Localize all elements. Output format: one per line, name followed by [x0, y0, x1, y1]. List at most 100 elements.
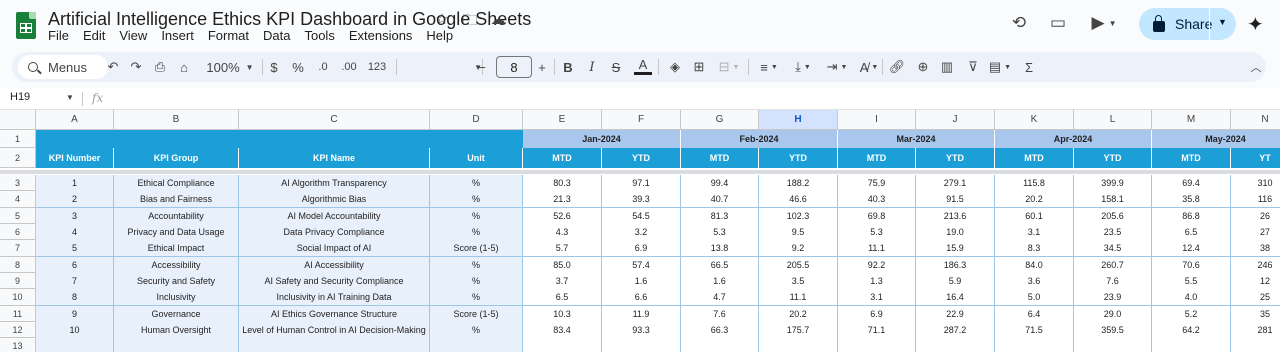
- empty-cell[interactable]: [759, 338, 838, 352]
- column-header-n[interactable]: N: [1231, 110, 1280, 130]
- header-band-cell[interactable]: [36, 130, 523, 148]
- data-cell[interactable]: 287.2: [916, 322, 995, 339]
- data-cell[interactable]: Level of Human Control in AI Decision-Ma…: [239, 322, 430, 339]
- empty-cell[interactable]: [523, 338, 602, 352]
- data-cell[interactable]: 205.5: [759, 257, 838, 274]
- data-cell[interactable]: 12.4: [1152, 240, 1231, 257]
- data-cell[interactable]: 80.3: [523, 175, 602, 192]
- paint-format-icon[interactable]: ⌂: [175, 57, 193, 77]
- empty-cell[interactable]: [681, 338, 759, 352]
- meet-icon[interactable]: ▶︎ ▼: [1084, 10, 1124, 36]
- vertical-align-icon[interactable]: ⤓ ▼: [788, 57, 818, 77]
- column-header-j[interactable]: J: [916, 110, 995, 130]
- data-cell[interactable]: 35.8: [1152, 191, 1231, 208]
- strikethrough-button[interactable]: S: [608, 57, 624, 77]
- data-cell[interactable]: 6.4: [995, 306, 1074, 323]
- menu-insert[interactable]: Insert: [154, 28, 201, 43]
- data-cell[interactable]: 8: [36, 289, 114, 306]
- data-cell[interactable]: 115.8: [995, 175, 1074, 192]
- merge-cells-icon[interactable]: ⊟ ▼: [714, 57, 744, 77]
- data-cell[interactable]: 4.0: [1152, 289, 1231, 306]
- data-cell[interactable]: %: [430, 175, 523, 192]
- functions-button[interactable]: Σ: [1020, 57, 1038, 77]
- data-cell[interactable]: 6.5: [523, 289, 602, 306]
- data-cell[interactable]: 116: [1231, 191, 1280, 208]
- share-dropdown-icon[interactable]: ▼: [1218, 17, 1227, 27]
- data-cell[interactable]: 399.9: [1074, 175, 1152, 192]
- data-cell[interactable]: 92.2: [838, 257, 916, 274]
- data-cell[interactable]: 25: [1231, 289, 1280, 306]
- currency-format-button[interactable]: $: [266, 57, 282, 77]
- frozen-row-divider[interactable]: [0, 170, 1280, 174]
- data-cell[interactable]: 26: [1231, 208, 1280, 225]
- row-header-12[interactable]: 12: [0, 322, 36, 338]
- print-icon[interactable]: ⎙: [151, 57, 169, 77]
- increase-decimal-button[interactable]: .00: [336, 57, 362, 77]
- row-header-3[interactable]: 3: [0, 175, 36, 191]
- data-cell[interactable]: 71.1: [838, 322, 916, 339]
- data-cell[interactable]: 4.7: [681, 289, 759, 306]
- data-cell[interactable]: 5.5: [1152, 273, 1231, 290]
- data-cell[interactable]: 10.3: [523, 306, 602, 323]
- data-cell[interactable]: 64.2: [1152, 322, 1231, 339]
- row-header-8[interactable]: 8: [0, 257, 36, 273]
- text-rotation-icon[interactable]: A̸ ▼: [854, 57, 884, 77]
- column-header-h[interactable]: H: [759, 110, 838, 130]
- data-cell[interactable]: 9: [36, 306, 114, 323]
- bold-button[interactable]: B: [560, 57, 576, 77]
- collapse-toolbar-icon[interactable]: ︿: [1248, 57, 1264, 77]
- kpi-header-cell[interactable]: KPI Group: [114, 148, 239, 168]
- data-cell[interactable]: Inclusivity: [114, 289, 239, 306]
- kpi-header-cell[interactable]: YTD: [1074, 148, 1152, 168]
- data-cell[interactable]: 99.4: [681, 175, 759, 192]
- more-formats-button[interactable]: 123: [364, 57, 390, 77]
- share-button[interactable]: Share ▼: [1139, 8, 1236, 40]
- data-cell[interactable]: 85.0: [523, 257, 602, 274]
- column-header-a[interactable]: A: [36, 110, 114, 130]
- data-cell[interactable]: 52.6: [523, 208, 602, 225]
- data-cell[interactable]: 1.6: [681, 273, 759, 290]
- data-cell[interactable]: 66.3: [681, 322, 759, 339]
- row-header-2[interactable]: 2: [0, 148, 36, 168]
- undo-icon[interactable]: ↶: [104, 57, 122, 77]
- data-cell[interactable]: 5.0: [995, 289, 1074, 306]
- month-header[interactable]: Feb-2024: [681, 130, 838, 148]
- menu-data[interactable]: Data: [256, 28, 297, 43]
- data-cell[interactable]: 6.5: [1152, 224, 1231, 241]
- data-cell[interactable]: 35: [1231, 306, 1280, 323]
- data-cell[interactable]: 260.7: [1074, 257, 1152, 274]
- data-cell[interactable]: 4: [36, 224, 114, 241]
- row-header-11[interactable]: 11: [0, 306, 36, 322]
- font-family-select[interactable]: ▼: [402, 57, 482, 77]
- data-cell[interactable]: 188.2: [759, 175, 838, 192]
- decrease-font-size-button[interactable]: −: [474, 57, 490, 77]
- gemini-sparkle-icon[interactable]: ✦: [1247, 12, 1264, 37]
- data-cell[interactable]: 27: [1231, 224, 1280, 241]
- decrease-decimal-button[interactable]: .0: [312, 57, 334, 77]
- column-header-f[interactable]: F: [602, 110, 681, 130]
- menu-file[interactable]: File: [41, 28, 76, 43]
- menu-help[interactable]: Help: [419, 28, 460, 43]
- data-cell[interactable]: 11.1: [838, 240, 916, 257]
- data-cell[interactable]: 10: [36, 322, 114, 339]
- data-cell[interactable]: 20.2: [995, 191, 1074, 208]
- data-cell[interactable]: 279.1: [916, 175, 995, 192]
- empty-cell[interactable]: [995, 338, 1074, 352]
- column-header-b[interactable]: B: [114, 110, 239, 130]
- data-cell[interactable]: 23.5: [1074, 224, 1152, 241]
- data-cell[interactable]: 4.3: [523, 224, 602, 241]
- data-cell[interactable]: 16.4: [916, 289, 995, 306]
- data-cell[interactable]: 9.2: [759, 240, 838, 257]
- empty-cell[interactable]: [838, 338, 916, 352]
- data-cell[interactable]: 3.1: [995, 224, 1074, 241]
- data-cell[interactable]: 281: [1231, 322, 1280, 339]
- kpi-header-cell[interactable]: YTD: [602, 148, 681, 168]
- data-cell[interactable]: 3.5: [759, 273, 838, 290]
- kpi-header-cell[interactable]: MTD: [1152, 148, 1231, 168]
- font-size-input[interactable]: 8: [496, 56, 532, 78]
- data-cell[interactable]: 186.3: [916, 257, 995, 274]
- data-cell[interactable]: 2: [36, 191, 114, 208]
- data-cell[interactable]: %: [430, 289, 523, 306]
- data-cell[interactable]: 66.5: [681, 257, 759, 274]
- row-header-1[interactable]: 1: [0, 130, 36, 148]
